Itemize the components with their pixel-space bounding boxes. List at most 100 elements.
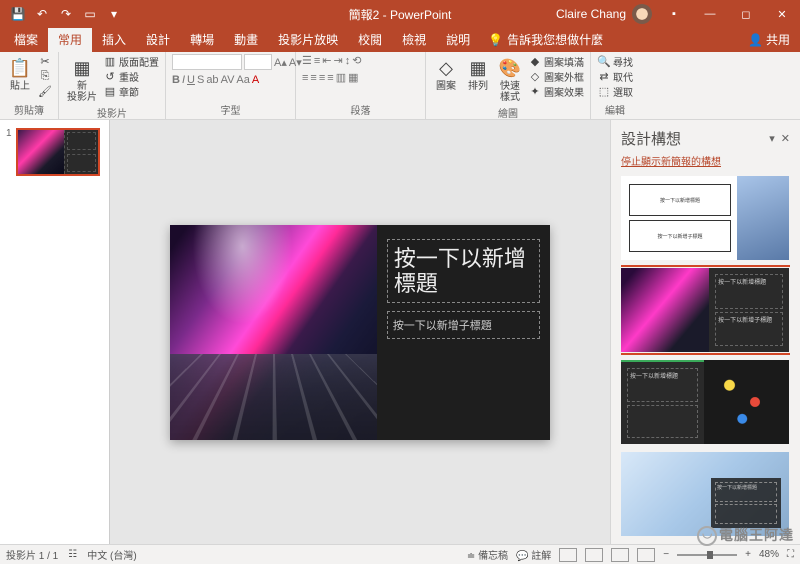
language-status[interactable]: 中文 (台灣) xyxy=(87,547,136,562)
tab-help[interactable]: 說明 xyxy=(436,27,480,52)
cut-button[interactable]: ✂ xyxy=(38,54,52,68)
shapes-button[interactable]: ◇圖案 xyxy=(432,54,460,94)
design-ideas-list: 按一下以新增標題按一下以新增子標題 按一下以新增標題按一下以新增子標題 按一下以… xyxy=(621,176,790,536)
paste-button[interactable]: 📋 貼上 xyxy=(6,54,34,94)
copy-button[interactable]: ⎘ xyxy=(38,69,52,83)
comments-button[interactable]: 💬 註解 xyxy=(516,547,551,562)
reset-button[interactable]: ↺重設 xyxy=(103,69,159,83)
align-right-button[interactable]: ≡ xyxy=(319,72,325,84)
sorter-view-button[interactable] xyxy=(585,548,603,562)
smartart-button[interactable]: ▦ xyxy=(348,71,358,84)
group-label: 段落 xyxy=(302,102,419,119)
design-idea-3[interactable]: 按一下以新增標題 xyxy=(621,360,789,444)
find-button[interactable]: 🔍尋找 xyxy=(597,54,633,68)
case-button[interactable]: Aa xyxy=(236,74,249,86)
fit-to-window-button[interactable]: ⛶ xyxy=(787,549,794,560)
align-left-button[interactable]: ≡ xyxy=(302,72,308,84)
align-center-button[interactable]: ≡ xyxy=(310,72,316,84)
accessibility-icon[interactable]: ☷ xyxy=(68,549,77,560)
shape-fill-button[interactable]: ◆圖案填滿 xyxy=(528,54,584,68)
justify-button[interactable]: ≡ xyxy=(327,72,333,84)
tab-design[interactable]: 設計 xyxy=(136,27,180,52)
slide-counter[interactable]: 投影片 1 / 1 xyxy=(6,547,58,562)
tab-transitions[interactable]: 轉場 xyxy=(180,27,224,52)
redo-icon[interactable]: ↷ xyxy=(56,4,76,24)
design-idea-2[interactable]: 按一下以新增標題按一下以新增子標題 xyxy=(621,268,789,352)
design-idea-1[interactable]: 按一下以新增標題按一下以新增子標題 xyxy=(621,176,789,260)
shape-outline-button[interactable]: ◇圖案外框 xyxy=(528,69,584,83)
font-color-button[interactable]: A xyxy=(252,74,259,86)
notes-button[interactable]: ≐ 備忘稿 xyxy=(467,547,508,562)
format-painter-button[interactable]: 🖌 xyxy=(38,84,52,98)
italic-button[interactable]: I xyxy=(182,74,185,86)
share-button[interactable]: 👤 共用 xyxy=(738,27,800,52)
layout-button[interactable]: ▥版面配置 xyxy=(103,54,159,68)
shadow-button[interactable]: ab xyxy=(206,74,218,86)
text-direction-button[interactable]: ⟲ xyxy=(352,54,361,67)
brush-icon: 🖌 xyxy=(38,84,52,98)
slide-image[interactable] xyxy=(170,225,377,440)
group-paragraph: ☰ ≡ ⇤ ⇥ ↕ ⟲ ≡ ≡ ≡ ≡ ▥ ▦ 段落 xyxy=(296,52,426,119)
save-icon[interactable]: 💾 xyxy=(8,4,28,24)
tab-animations[interactable]: 動畫 xyxy=(224,27,268,52)
slide-canvas[interactable]: 按一下以新增標題 按一下以新增子標題 xyxy=(110,120,610,544)
bold-button[interactable]: B xyxy=(172,74,180,86)
line-spacing-button[interactable]: ↕ xyxy=(345,55,351,67)
minimize-icon[interactable]: — xyxy=(692,0,728,28)
replace-button[interactable]: ⇄取代 xyxy=(597,69,633,83)
arrange-button[interactable]: ▦排列 xyxy=(464,54,492,94)
tab-insert[interactable]: 插入 xyxy=(92,27,136,52)
normal-view-button[interactable] xyxy=(559,548,577,562)
quick-styles-button[interactable]: 🎨快速 樣式 xyxy=(496,54,524,105)
columns-button[interactable]: ▥ xyxy=(336,71,346,84)
indent-dec-button[interactable]: ⇤ xyxy=(322,54,331,67)
effects-icon: ✦ xyxy=(528,84,542,98)
underline-button[interactable]: U xyxy=(187,74,195,86)
layout-icon: ▥ xyxy=(103,54,117,68)
thumbnail-1[interactable]: 1 xyxy=(6,128,103,176)
reading-view-button[interactable] xyxy=(611,548,629,562)
bullets-button[interactable]: ☰ xyxy=(302,54,312,67)
subtitle-placeholder[interactable]: 按一下以新增子標題 xyxy=(387,311,540,339)
pane-dropdown-icon[interactable]: ▾ xyxy=(769,132,775,145)
pane-close-icon[interactable]: ✕ xyxy=(781,132,790,145)
indent-inc-button[interactable]: ⇥ xyxy=(334,54,343,67)
tab-view[interactable]: 檢視 xyxy=(392,27,436,52)
start-from-beginning-icon[interactable]: ▭ xyxy=(80,4,100,24)
stop-showing-link[interactable]: 停止顯示新簡報的構想 xyxy=(621,153,790,168)
design-idea-4[interactable]: 按一下以新增標題 xyxy=(621,452,789,536)
select-icon: ⬚ xyxy=(597,84,611,98)
share-label: 共用 xyxy=(766,31,790,48)
spacing-button[interactable]: AV xyxy=(221,74,235,86)
grow-font-icon[interactable]: A▴ xyxy=(274,56,287,69)
tab-home[interactable]: 常用 xyxy=(48,27,92,52)
maximize-icon[interactable]: ◻ xyxy=(728,0,764,28)
font-family-box[interactable] xyxy=(172,54,242,70)
slideshow-view-button[interactable] xyxy=(637,548,655,562)
user-area[interactable]: Claire Chang xyxy=(556,4,656,24)
select-button[interactable]: ⬚選取 xyxy=(597,84,633,98)
close-icon[interactable]: ✕ xyxy=(764,0,800,28)
title-placeholder[interactable]: 按一下以新增標題 xyxy=(387,239,540,304)
shape-effects-button[interactable]: ✦圖案效果 xyxy=(528,84,584,98)
zoom-in-button[interactable]: + xyxy=(745,549,751,560)
numbering-button[interactable]: ≡ xyxy=(314,55,320,67)
title-bar: 💾 ↶ ↷ ▭ ▾ 簡報2 - PowerPoint Claire Chang … xyxy=(0,0,800,28)
font-size-box[interactable] xyxy=(244,54,272,70)
tab-file[interactable]: 檔案 xyxy=(4,27,48,52)
zoom-level[interactable]: 48% xyxy=(759,549,779,560)
cut-icon: ✂ xyxy=(38,54,52,68)
ribbon-options-icon[interactable]: ▪ xyxy=(656,0,692,28)
undo-icon[interactable]: ↶ xyxy=(32,4,52,24)
strike-button[interactable]: S xyxy=(197,74,204,86)
section-button[interactable]: ▤章節 xyxy=(103,84,159,98)
avatar[interactable] xyxy=(632,4,652,24)
tell-me[interactable]: 💡 告訴我您想做什麼 xyxy=(480,27,611,52)
document-title: 簡報2 - PowerPoint xyxy=(349,6,452,23)
tab-slideshow[interactable]: 投影片放映 xyxy=(268,27,348,52)
new-slide-button[interactable]: ▦ 新 投影片 xyxy=(65,54,99,105)
zoom-out-button[interactable]: − xyxy=(663,549,669,560)
zoom-slider[interactable] xyxy=(677,554,737,556)
qat-more-icon[interactable]: ▾ xyxy=(104,4,124,24)
tab-review[interactable]: 校閱 xyxy=(348,27,392,52)
